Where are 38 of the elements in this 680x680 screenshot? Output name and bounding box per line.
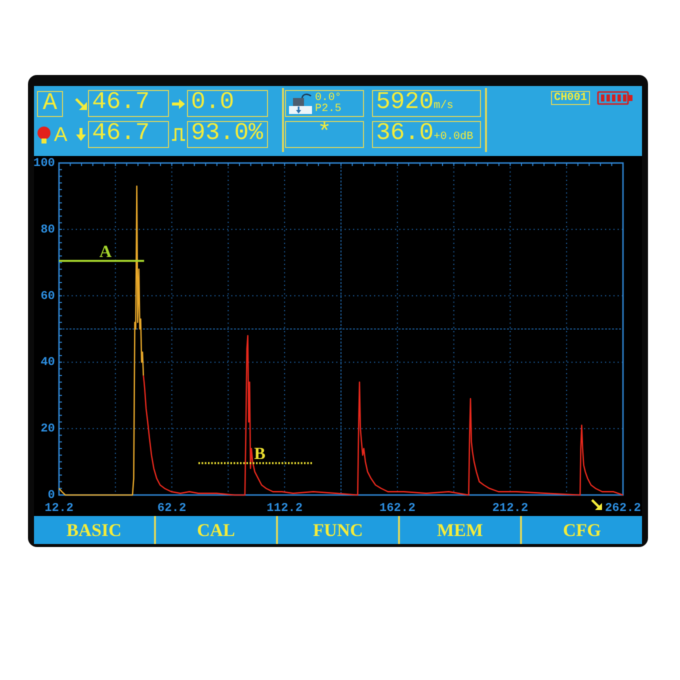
reading-display: 46.7: [88, 121, 169, 148]
menu-button[interactable]: FUNC: [278, 516, 398, 544]
y-tick-label: 100: [34, 156, 55, 170]
menu-button[interactable]: MEM: [400, 516, 520, 544]
y-tick-label: 60: [40, 288, 55, 303]
reading-display: 0.0: [187, 90, 268, 117]
channel-label: CH001: [550, 91, 590, 105]
y-tick-label: 0: [48, 488, 55, 502]
menu-button[interactable]: BASIC: [34, 516, 154, 544]
x-tick-label: 262.2: [605, 501, 641, 515]
menu-button[interactable]: CAL: [156, 516, 276, 544]
diagonal-arrow-icon: [74, 98, 86, 110]
mode-indicator: A: [37, 90, 63, 116]
pulse-icon: [172, 128, 184, 141]
y-tick-label: 20: [40, 422, 55, 436]
battery-icon: [597, 91, 633, 105]
gate-label: A: [99, 242, 112, 261]
x-tick-label: 112.2: [266, 501, 303, 515]
angle-text: 0.0°: [315, 92, 342, 104]
y-tick-label: 40: [40, 355, 55, 370]
gain-display: 36.0+0.0dB: [372, 121, 481, 148]
velocity-display: 5920m/s: [372, 90, 481, 117]
diagonal-arrow-icon: [591, 499, 602, 510]
reading-display: 46.7: [88, 90, 169, 117]
x-tick-label: 162.2: [379, 501, 416, 515]
x-tick-label: 212.2: [492, 501, 528, 515]
gate-label: B: [254, 444, 266, 464]
reading-display: 93.0%: [187, 121, 268, 148]
frequency-text: P2.5: [315, 104, 342, 114]
probe-icon: [289, 93, 312, 114]
y-tick-label: 80: [40, 222, 55, 236]
down-arrow-icon: [76, 128, 86, 141]
x-tick-label: 62.2: [157, 501, 186, 515]
gate-label: A: [54, 124, 68, 146]
status-display: *: [285, 121, 364, 148]
menu-button[interactable]: CFG: [522, 516, 642, 544]
right-arrow-icon: [172, 98, 184, 108]
x-tick-label: 12.2: [44, 501, 74, 515]
